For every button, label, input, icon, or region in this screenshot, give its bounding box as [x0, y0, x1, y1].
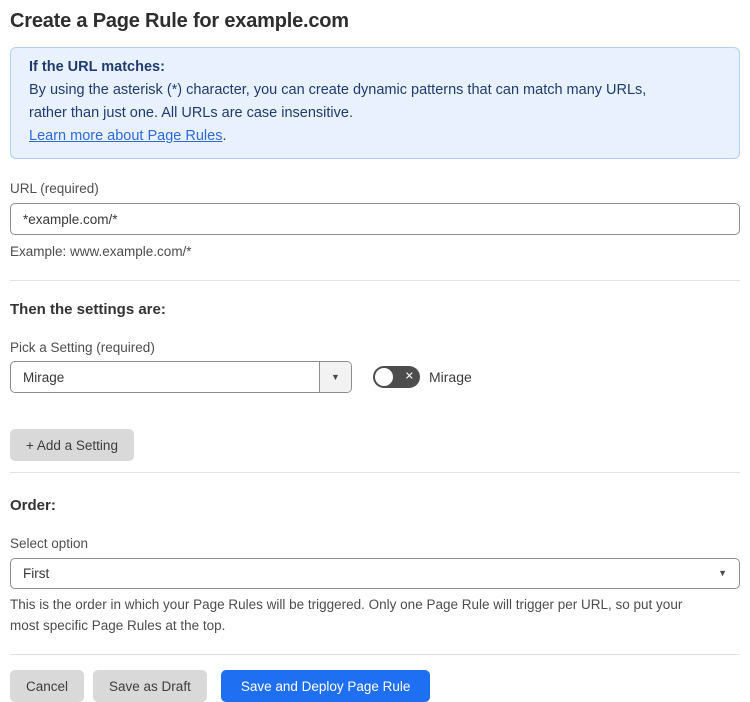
setting-dropdown-value: Mirage: [23, 369, 65, 385]
divider: [10, 280, 740, 281]
order-helper-line1: This is the order in which your Page Rul…: [10, 597, 683, 612]
setting-dropdown-arrow-button[interactable]: ▼: [319, 362, 351, 392]
chevron-down-icon: ▼: [331, 371, 340, 382]
add-setting-button[interactable]: + Add a Setting: [10, 429, 134, 461]
toggle-knob: [375, 368, 393, 386]
link-suffix: .: [222, 128, 227, 144]
setting-row: Mirage ▼ ✕ Mirage: [10, 361, 740, 393]
mirage-toggle-label: Mirage: [429, 369, 472, 385]
setting-dropdown[interactable]: Mirage ▼: [10, 361, 352, 393]
info-banner-body-line1: By using the asterisk (*) character, you…: [29, 82, 647, 98]
url-label: URL (required): [10, 181, 99, 196]
order-helper-line2: most specific Page Rules at the top.: [10, 618, 226, 633]
cancel-button[interactable]: Cancel: [10, 670, 85, 702]
url-input[interactable]: [10, 203, 740, 235]
page-title: Create a Page Rule for example.com: [10, 10, 349, 32]
toggle-x-icon: ✕: [404, 370, 414, 383]
save-as-draft-button[interactable]: Save as Draft: [93, 670, 207, 702]
order-select[interactable]: First ▼: [10, 558, 740, 589]
info-banner-body-line2: rather than just one. All URLs are case …: [29, 105, 353, 121]
info-banner: If the URL matches: By using the asteris…: [10, 47, 740, 159]
url-example-helper: Example: www.example.com/*: [10, 244, 192, 259]
order-helper: This is the order in which your Page Rul…: [10, 594, 740, 636]
save-and-deploy-button[interactable]: Save and Deploy Page Rule: [220, 670, 431, 702]
footer-actions: Cancel Save as Draft Save and Deploy Pag…: [10, 670, 740, 702]
create-page-rule-form: Create a Page Rule for example.com If th…: [0, 9, 750, 702]
settings-section-heading: Then the settings are:: [10, 301, 166, 318]
chevron-down-icon: ▼: [718, 568, 727, 578]
order-section-heading: Order:: [10, 497, 56, 514]
divider: [10, 654, 740, 655]
mirage-toggle[interactable]: ✕: [373, 366, 420, 388]
info-banner-heading: If the URL matches:: [29, 59, 165, 75]
order-select-value: First: [23, 566, 50, 581]
divider: [10, 472, 740, 473]
pick-setting-label: Pick a Setting (required): [10, 340, 155, 355]
learn-more-link[interactable]: Learn more about Page Rules: [29, 128, 222, 144]
select-option-label: Select option: [10, 536, 89, 551]
